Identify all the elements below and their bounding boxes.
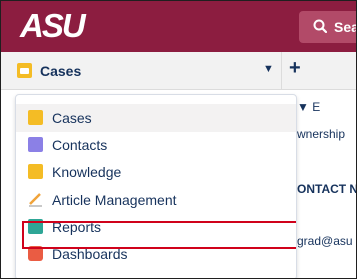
menu-item-knowledge[interactable]: Knowledge [16,158,296,186]
knowledge-icon [28,164,43,179]
current-app-label[interactable]: Cases [40,63,81,79]
add-tab-button[interactable]: + [289,57,301,80]
search-button[interactable]: Sea [299,11,357,43]
search-label: Sea [334,19,357,35]
background-content: ▼ E wnership ONTACT N grad@asu [297,90,357,278]
contacts-icon [28,137,43,152]
global-header: ASU Sea [1,1,357,52]
asu-logo[interactable]: ASU [20,9,86,43]
background-row: ▼ E [297,100,321,114]
menu-item-label: Contacts [52,137,108,153]
menu-item-article-management[interactable]: Article Management [16,186,296,214]
menu-item-contacts[interactable]: Contacts [16,131,296,159]
article-management-icon [28,192,43,207]
background-row: ONTACT N [297,182,357,196]
menu-item-label: Article Management [52,192,177,208]
menu-item-label: Cases [52,110,92,126]
cases-icon [28,110,43,125]
background-row: grad@asu [297,234,353,248]
background-row: wnership [297,127,346,141]
search-icon [313,19,327,33]
menu-item-label: Knowledge [52,164,122,180]
menu-item-cases[interactable]: Cases [16,104,296,132]
chevron-down-icon[interactable]: ▼ [263,63,274,75]
pencil-icon [29,193,42,207]
navbar-divider [281,52,282,90]
reports-highlight-box [22,221,296,249]
app-frame: ASU Sea Cases ▼ + ▼ E wnership ONTACT N … [0,0,357,279]
app-nav-menu: Cases Contacts Knowledge Article Managem… [15,94,297,278]
cases-icon [17,63,32,78]
app-navbar: Cases ▼ + [1,52,356,90]
